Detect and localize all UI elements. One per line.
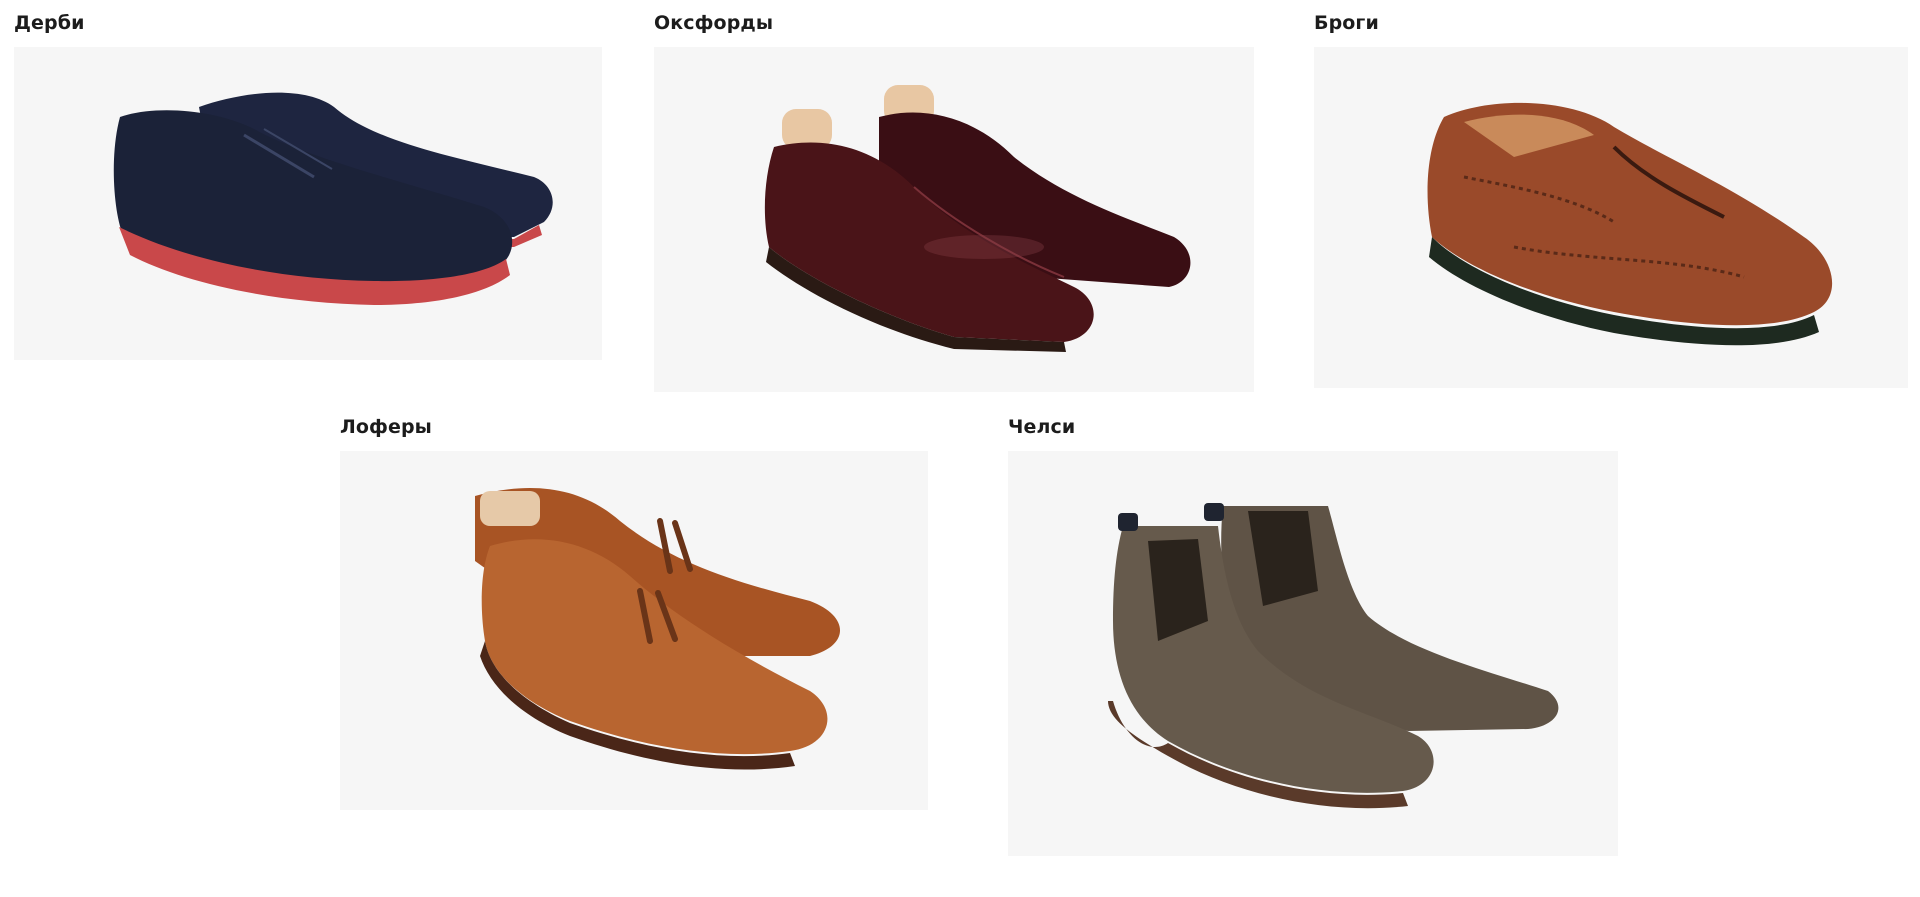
- product-card-brogue[interactable]: Броги: [1314, 12, 1910, 388]
- product-card-derby[interactable]: Дерби: [14, 12, 604, 362]
- chelsea-boot-icon[interactable]: [1008, 451, 1618, 856]
- oxford-shoe-icon[interactable]: [654, 47, 1254, 392]
- brogue-shoe-icon[interactable]: [1314, 47, 1908, 388]
- loafer-shoe-icon[interactable]: [340, 451, 928, 810]
- category-title[interactable]: Челси: [1008, 416, 1075, 438]
- category-title[interactable]: Дерби: [14, 12, 85, 34]
- product-card-chelsea[interactable]: Челси: [1008, 416, 1634, 858]
- product-card-oxford[interactable]: Оксфорды: [654, 12, 1256, 392]
- derby-shoe-icon[interactable]: [14, 47, 602, 360]
- product-card-loafer[interactable]: Лоферы: [340, 416, 930, 810]
- category-title[interactable]: Броги: [1314, 12, 1379, 34]
- category-title[interactable]: Оксфорды: [654, 12, 773, 34]
- category-title[interactable]: Лоферы: [340, 416, 432, 438]
